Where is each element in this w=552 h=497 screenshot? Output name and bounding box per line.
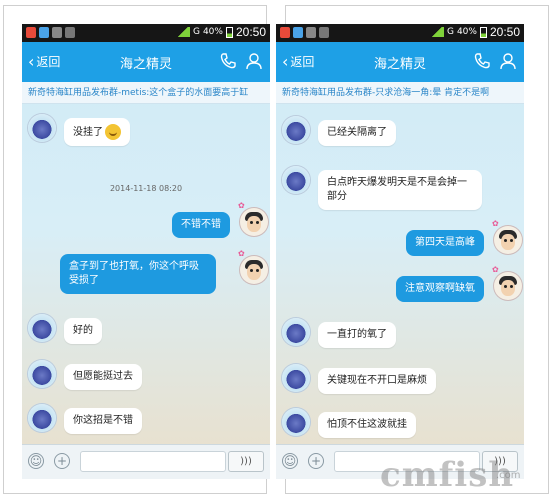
crown-icon: ✿ [238,249,245,258]
phone-icon[interactable] [472,51,492,71]
clock: 20:50 [489,25,520,39]
clock: 20:50 [235,25,266,39]
message-bubble: 盒子到了也打氧，你这个呼吸受损了 [60,254,216,294]
contact-avatar[interactable] [282,166,310,194]
message-text: 不错不错 [181,219,221,230]
battery-icon [225,26,233,38]
message-bubble: 注意观察啊缺氧 [396,276,484,302]
message-text: 一直打的氧了 [327,329,387,340]
network-type: G [192,27,200,37]
contact-avatar[interactable] [282,116,310,144]
message-text: 第四天是高峰 [415,237,475,248]
message-text: 关键现在不开口是麻烦 [327,375,427,386]
signal-icon [175,27,190,37]
title-bar: ‹ 返回 海之精灵 [22,42,270,82]
crown-icon: ✿ [492,219,499,228]
message-bubble: 但愿能挺过去 [64,364,142,390]
my-avatar[interactable] [240,208,268,236]
message-input[interactable] [80,451,226,472]
status-bar: G 40% 20:50 [276,24,524,42]
message-bubble: 白点昨天爆发明天是不是会掉一部分 [318,170,482,210]
person-icon[interactable] [498,51,518,71]
watermark-logo: cmfish [380,455,515,495]
usb-icon [319,27,329,38]
voice-button[interactable]: ))) [228,451,264,472]
watermark-domain: .com [496,470,521,481]
battery-percent: 40% [456,27,477,37]
my-avatar[interactable] [494,226,522,254]
contact-avatar[interactable] [28,404,56,432]
message-text: 已经关隔离了 [327,127,387,138]
my-avatar[interactable] [240,256,268,284]
title-bar: ‹ 返回 海之精灵 [276,42,524,82]
message-text: 没挂了 [73,127,103,138]
contact-avatar[interactable] [28,314,56,342]
chat-screen-right: G 40% 20:50 ‹ 返回 海之精灵 新奇特海缸用品发布群-只求沧海一角:… [276,24,524,479]
network-type: G [446,27,454,37]
message-bubble: 怕顶不住这波就挂 [318,412,416,438]
message-bubble: 好的 [64,318,102,344]
message-text: 白点昨天爆发明天是不是会掉一部分 [327,177,467,202]
crown-icon: ✿ [238,201,245,210]
person-icon[interactable] [244,51,264,71]
signal-icon [429,27,444,37]
emoji-button[interactable]: ☺ [282,453,298,469]
image-icon [306,27,316,38]
message-bubble: 你这招是不错 [64,408,142,434]
usb-icon [65,27,75,38]
contact-avatar[interactable] [28,360,56,388]
battery-icon [479,26,487,38]
contact-avatar[interactable] [282,318,310,346]
message-bubble: 第四天是高峰 [406,230,484,256]
emoji-button[interactable]: ☺ [28,453,44,469]
app-notification-icon [280,27,290,38]
contact-avatar[interactable] [282,408,310,436]
message-bubble: 已经关隔离了 [318,120,396,146]
image-icon [52,27,62,38]
input-bar: ☺ + ))) [22,444,270,479]
message-timestamp: 2014-11-18 08:20 [109,184,183,193]
contact-avatar[interactable] [28,114,56,142]
crown-icon: ✿ [492,265,499,274]
message-bubble: 没挂了 [64,118,130,146]
message-text: 盒子到了也打氧，你这个呼吸受损了 [69,261,199,286]
status-bar: G 40% 20:50 [22,24,270,42]
phone-icon[interactable] [218,51,238,71]
right-screenshot-frame: G 40% 20:50 ‹ 返回 海之精灵 新奇特海缸用品发布群-只求沧海一角:… [276,5,549,494]
contact-avatar[interactable] [282,364,310,392]
app-notification-icon [26,27,36,38]
app-notification-icon [293,27,303,38]
battery-percent: 40% [202,27,223,37]
app-notification-icon [39,27,49,38]
message-text: 好的 [73,325,93,336]
chat-screen-left: G 40% 20:50 ‹ 返回 海之精灵 新奇特海缸用品发布群-metis:这… [22,24,270,479]
left-screenshot-frame: G 40% 20:50 ‹ 返回 海之精灵 新奇特海缸用品发布群-metis:这… [3,5,270,494]
plus-button[interactable]: + [54,453,70,469]
plus-button[interactable]: + [308,453,324,469]
message-bubble: 关键现在不开口是麻烦 [318,368,436,394]
group-message-banner[interactable]: 新奇特海缸用品发布群-只求沧海一角:晕 肯定不是啊 [276,82,524,104]
my-avatar[interactable] [494,272,522,300]
group-message-banner[interactable]: 新奇特海缸用品发布群-metis:这个盒子的水面要高于缸 [22,82,270,104]
message-text: 怕顶不住这波就挂 [327,419,407,430]
message-bubble: 不错不错 [172,212,230,238]
message-text: 但愿能挺过去 [73,371,133,382]
message-bubble: 一直打的氧了 [318,322,396,348]
emoji-icon [105,124,121,140]
message-text: 你这招是不错 [73,415,133,426]
message-text: 注意观察啊缺氧 [405,283,475,294]
